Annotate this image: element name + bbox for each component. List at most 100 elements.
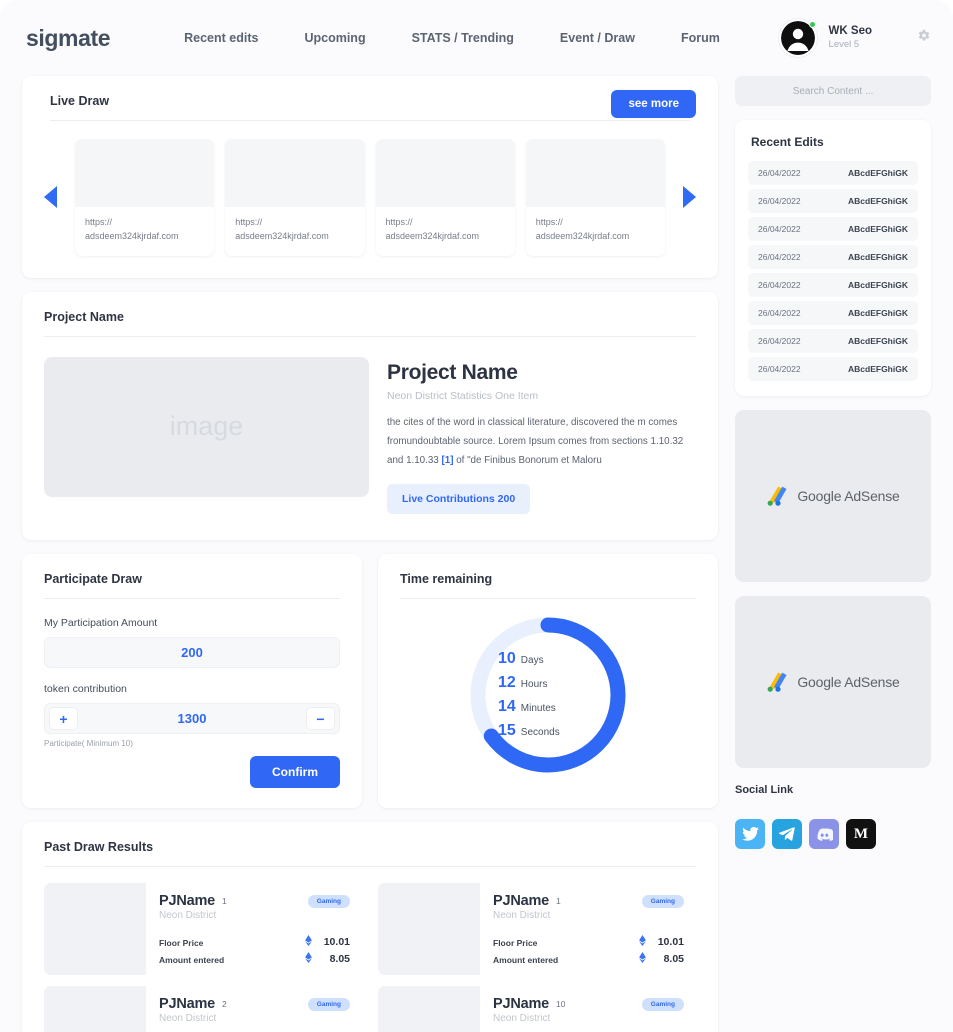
project-district: Neon District (493, 1013, 551, 1025)
floor-price-value: 10.01 (657, 936, 684, 949)
recent-edit-row[interactable]: 26/04/2022 ABcdEFGhiGK (748, 301, 918, 325)
confirm-button[interactable]: Confirm (250, 756, 340, 789)
recent-edit-row[interactable]: 26/04/2022 ABcdEFGhiGK (748, 357, 918, 381)
amount-entered-row: Amount entered 8.05 (159, 951, 350, 968)
telegram-icon[interactable] (772, 819, 802, 849)
decrement-button[interactable]: − (306, 707, 335, 731)
recent-edit-title: ABcdEFGhiGK (848, 168, 908, 178)
carousel-slide[interactable]: https://adsdeem324kjrdaf.com (375, 139, 515, 256)
see-more-button[interactable]: see more (611, 90, 696, 118)
discord-icon[interactable] (809, 819, 839, 849)
project-name: PJName (159, 996, 216, 1013)
search-input[interactable] (735, 76, 931, 106)
ethereum-icon (305, 934, 312, 946)
project-card: Project Name image Project Name Neon Dis… (22, 291, 718, 541)
participation-amount-input[interactable]: 200 (44, 637, 340, 669)
slide-thumbnail (375, 139, 515, 207)
floor-price-label: Floor Price (159, 937, 204, 948)
recent-edit-title: ABcdEFGhiGK (848, 308, 908, 318)
recent-edit-date: 26/04/2022 (758, 224, 801, 234)
project-district: Neon District (493, 910, 551, 922)
nav-item-forum[interactable]: Forum (681, 31, 720, 45)
carousel-slide[interactable]: https://adsdeem324kjrdaf.com (75, 139, 215, 256)
avatar[interactable] (778, 19, 817, 57)
project-rank: 1 (222, 896, 227, 907)
past-draw-info: PJName 1 Gaming Neon District Floor Price 10.… (480, 883, 696, 976)
user-zone[interactable]: WK Seo Level 5 (778, 19, 931, 57)
reference-link[interactable]: [1] (441, 455, 453, 466)
confirm-row: Confirm (22, 748, 362, 789)
past-draw-card-item[interactable]: PJName 1 Gaming Neon District Floor Price 10.… (44, 883, 362, 976)
adsense-block-1[interactable]: Google AdSense (735, 410, 931, 582)
recent-edit-row[interactable]: 26/04/2022 ABcdEFGhiGK (748, 217, 918, 241)
countdown-hours: 12 Hours (498, 673, 548, 691)
nav-item-recent-edits[interactable]: Recent edits (184, 31, 258, 45)
ethereum-icon (305, 952, 312, 964)
carousel-slide[interactable]: https://adsdeem324kjrdaf.com (225, 139, 365, 256)
project-rank: 2 (222, 999, 227, 1010)
ethereum-icon (639, 934, 646, 946)
ethereum-icon (305, 952, 312, 968)
twitter-icon[interactable] (735, 819, 765, 849)
gear-icon[interactable] (916, 28, 931, 48)
recent-edit-title: ABcdEFGhiGK (848, 336, 908, 346)
recent-edit-row[interactable]: 26/04/2022 ABcdEFGhiGK (748, 273, 918, 297)
time-remaining-title: Time remaining (400, 572, 493, 587)
category-badge: Gaming (307, 997, 350, 1011)
recent-edit-date: 26/04/2022 (758, 364, 801, 374)
recent-edit-date: 26/04/2022 (758, 168, 801, 178)
recent-edit-row[interactable]: 26/04/2022 ABcdEFGhiGK (748, 329, 918, 353)
recent-edit-title: ABcdEFGhiGK (848, 224, 908, 234)
app-logo[interactable]: sigmate (26, 25, 111, 52)
project-name: Project Name (387, 360, 518, 384)
project-name: PJName (159, 893, 216, 910)
past-draw-card-item[interactable]: PJName10GamingNeon DistrictFloor Price10… (378, 986, 696, 1032)
chevron-right-icon[interactable] (683, 186, 696, 209)
past-draw-header: PJName 1 Gaming (493, 893, 684, 909)
countdown-minutes: 14 Minutes (498, 698, 556, 716)
ethereum-icon (639, 952, 646, 968)
token-contribution-stepper[interactable]: + 1300 − (44, 703, 340, 735)
amount-entered-value: 8.05 (329, 953, 350, 966)
user-meta: WK Seo Level 5 (829, 24, 872, 52)
recent-edits-list: 26/04/2022 ABcdEFGhiGK 26/04/2022 ABcdEFGhi… (748, 161, 918, 381)
nav-item-stats-trending[interactable]: STATS / Trending (412, 31, 514, 45)
time-remaining-card: Time remaining 10 Days 12 Hours 14 Minut… (378, 554, 718, 809)
floor-price-row: Floor Price 10.01 (159, 934, 350, 951)
adsense-block-2[interactable]: Google AdSense (735, 596, 931, 768)
medium-icon[interactable]: M (846, 819, 876, 849)
carousel-slide[interactable]: https://adsdeem324kjrdaf.com (525, 139, 665, 256)
nav-item-event-draw[interactable]: Event / Draw (560, 31, 635, 45)
past-draw-card-item[interactable]: PJName2GamingNeon DistrictFloor Price10.… (44, 986, 362, 1032)
recent-edit-row[interactable]: 26/04/2022 ABcdEFGhiGK (748, 245, 918, 269)
past-draw-info: PJName10GamingNeon DistrictFloor Price10… (480, 986, 696, 1032)
past-draw-title: Past Draw Results (44, 840, 154, 855)
ethereum-icon (639, 934, 646, 951)
page-body: Live Draw see more https://adsdeem324kjr… (0, 76, 953, 1032)
slide-thumbnail (525, 139, 665, 207)
past-draw-card-item[interactable]: PJName 1 Gaming Neon District Floor Price 10.… (378, 883, 696, 976)
recent-edit-row[interactable]: 26/04/2022 ABcdEFGhiGK (748, 161, 918, 185)
project-rank: 10 (556, 999, 566, 1010)
right-sidebar: Recent Edits 26/04/2022ABcdEFGhiGK26/04/… (735, 76, 931, 849)
online-status-dot (808, 21, 816, 28)
divider (400, 598, 696, 600)
recent-edit-row[interactable]: 26/04/2022 ABcdEFGhiGK (748, 189, 918, 213)
chevron-left-icon[interactable] (44, 186, 57, 209)
slide-thumbnail (75, 139, 215, 207)
recent-edit-title: ABcdEFGhiGK (848, 252, 908, 262)
increment-button[interactable]: + (49, 707, 78, 731)
carousel-slides: https://adsdeem324kjrdaf.com https://ads… (75, 139, 665, 256)
participate-title: Participate Draw (44, 572, 142, 587)
slide-url: https://adsdeem324kjrdaf.com (85, 217, 179, 241)
project-description: the cites of the word in classical liter… (387, 416, 684, 467)
countdown-days: 10 Days (498, 649, 544, 667)
project-district: Neon District (159, 1013, 217, 1025)
project-subtitle: Neon District Statistics One Item (387, 389, 539, 402)
past-draw-thumbnail (378, 986, 480, 1032)
nav-item-upcoming[interactable]: Upcoming (304, 31, 365, 45)
amount-entered-value: 8.05 (663, 953, 684, 966)
adsense-logo-2: Google AdSense (766, 671, 900, 693)
live-contributions-button[interactable]: Live Contributions 200 (387, 484, 531, 515)
token-contribution-value: 1300 (177, 711, 207, 727)
